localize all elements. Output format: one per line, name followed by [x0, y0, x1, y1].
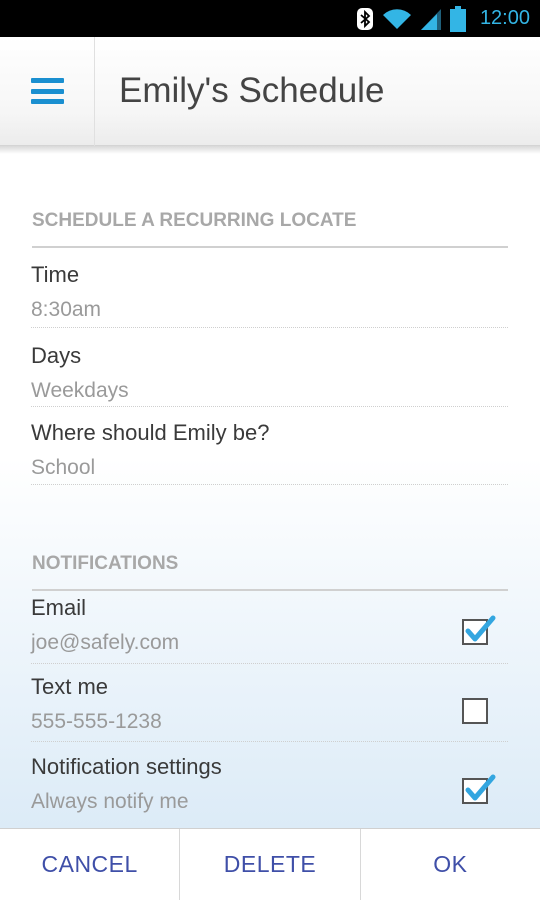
notification-settings-value: Always notify me	[31, 790, 189, 813]
bottom-button-bar: CANCEL DELETE OK	[0, 828, 540, 900]
location-row[interactable]: Where should Emily be? School	[31, 420, 508, 485]
location-label: Where should Emily be?	[31, 420, 270, 445]
menu-button[interactable]	[0, 36, 95, 146]
delete-button[interactable]: DELETE	[179, 829, 359, 900]
page-title: Emily's Schedule	[119, 71, 385, 110]
text-me-label: Text me	[31, 674, 109, 699]
text-me-value: 555-555-1238	[31, 710, 162, 733]
notification-settings-checkbox[interactable]	[462, 774, 496, 804]
time-label: Time	[31, 262, 80, 287]
days-row[interactable]: Days Weekdays	[31, 343, 508, 407]
schedule-section-header: SCHEDULE A RECURRING LOCATE	[32, 210, 508, 248]
action-bar-shadow	[0, 146, 540, 154]
hamburger-menu-icon	[30, 78, 64, 104]
cancel-button[interactable]: CANCEL	[0, 829, 179, 900]
notification-settings-row[interactable]: Notification settings Always notify me	[31, 754, 508, 824]
bluetooth-icon	[356, 7, 374, 31]
text-me-row[interactable]: Text me 555-555-1238	[31, 674, 508, 742]
time-row[interactable]: Time 8:30am	[31, 262, 508, 328]
email-label: Email	[31, 595, 87, 620]
status-time: 12:00	[479, 7, 530, 29]
notification-settings-label: Notification settings	[31, 754, 222, 779]
days-value: Weekdays	[31, 379, 129, 402]
signal-icon	[420, 7, 442, 31]
text-me-checkbox[interactable]	[462, 698, 488, 724]
time-value: 8:30am	[31, 298, 102, 321]
battery-icon	[449, 5, 466, 32]
ok-button[interactable]: OK	[359, 829, 540, 900]
checkmark-icon	[465, 615, 496, 642]
schedule-form: SCHEDULE A RECURRING LOCATE Time 8:30am …	[0, 154, 540, 828]
location-value: School	[31, 456, 96, 479]
email-row[interactable]: Email joe@safely.com	[31, 595, 508, 664]
checkmark-icon	[465, 774, 496, 801]
notifications-section-header: NOTIFICATIONS	[32, 553, 508, 591]
days-label: Days	[31, 343, 82, 368]
action-bar: Emily's Schedule	[0, 36, 540, 146]
wifi-icon	[382, 7, 412, 31]
email-value: joe@safely.com	[31, 631, 180, 654]
email-checkbox[interactable]	[462, 615, 496, 645]
status-bar: 12:00	[0, 0, 540, 37]
